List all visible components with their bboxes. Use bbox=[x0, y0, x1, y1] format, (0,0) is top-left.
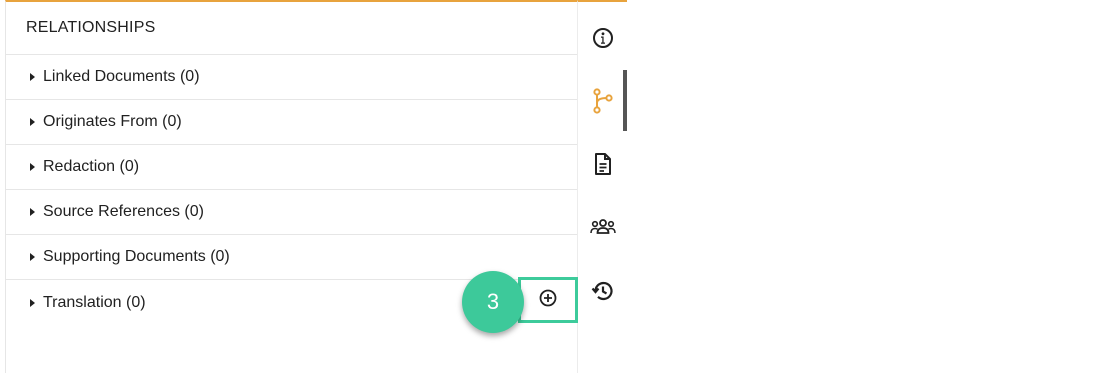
caret-right-icon bbox=[30, 118, 35, 126]
caret-right-icon bbox=[30, 208, 35, 216]
side-rail bbox=[577, 0, 627, 373]
active-indicator bbox=[623, 70, 627, 131]
relationship-label: Originates From (0) bbox=[43, 113, 182, 130]
relationship-label: Translation (0) bbox=[43, 293, 146, 311]
step-badge: 3 bbox=[462, 271, 524, 333]
info-icon[interactable] bbox=[578, 23, 628, 53]
relationship-label: Redaction (0) bbox=[43, 158, 140, 175]
people-icon[interactable] bbox=[578, 212, 628, 242]
caret-right-icon bbox=[30, 163, 35, 171]
relationships-icon[interactable] bbox=[578, 86, 628, 116]
caret-right-icon bbox=[30, 253, 35, 261]
caret-right-icon bbox=[30, 73, 35, 81]
relationship-linked-documents[interactable]: Linked Documents (0) bbox=[6, 55, 577, 100]
relationship-label: Linked Documents (0) bbox=[43, 68, 200, 85]
add-translation-button[interactable] bbox=[518, 277, 578, 323]
history-icon[interactable] bbox=[578, 276, 628, 306]
relationship-label: Source References (0) bbox=[43, 203, 204, 220]
relationship-redaction[interactable]: Redaction (0) bbox=[6, 145, 577, 190]
relationship-originates-from[interactable]: Originates From (0) bbox=[6, 100, 577, 145]
relationship-label: Supporting Documents (0) bbox=[43, 248, 230, 265]
document-icon[interactable] bbox=[578, 149, 628, 179]
plus-circle-icon bbox=[538, 288, 558, 313]
caret-right-icon bbox=[30, 298, 35, 307]
panel-title: RELATIONSHIPS bbox=[6, 0, 577, 55]
relationship-source-references[interactable]: Source References (0) bbox=[6, 190, 577, 235]
